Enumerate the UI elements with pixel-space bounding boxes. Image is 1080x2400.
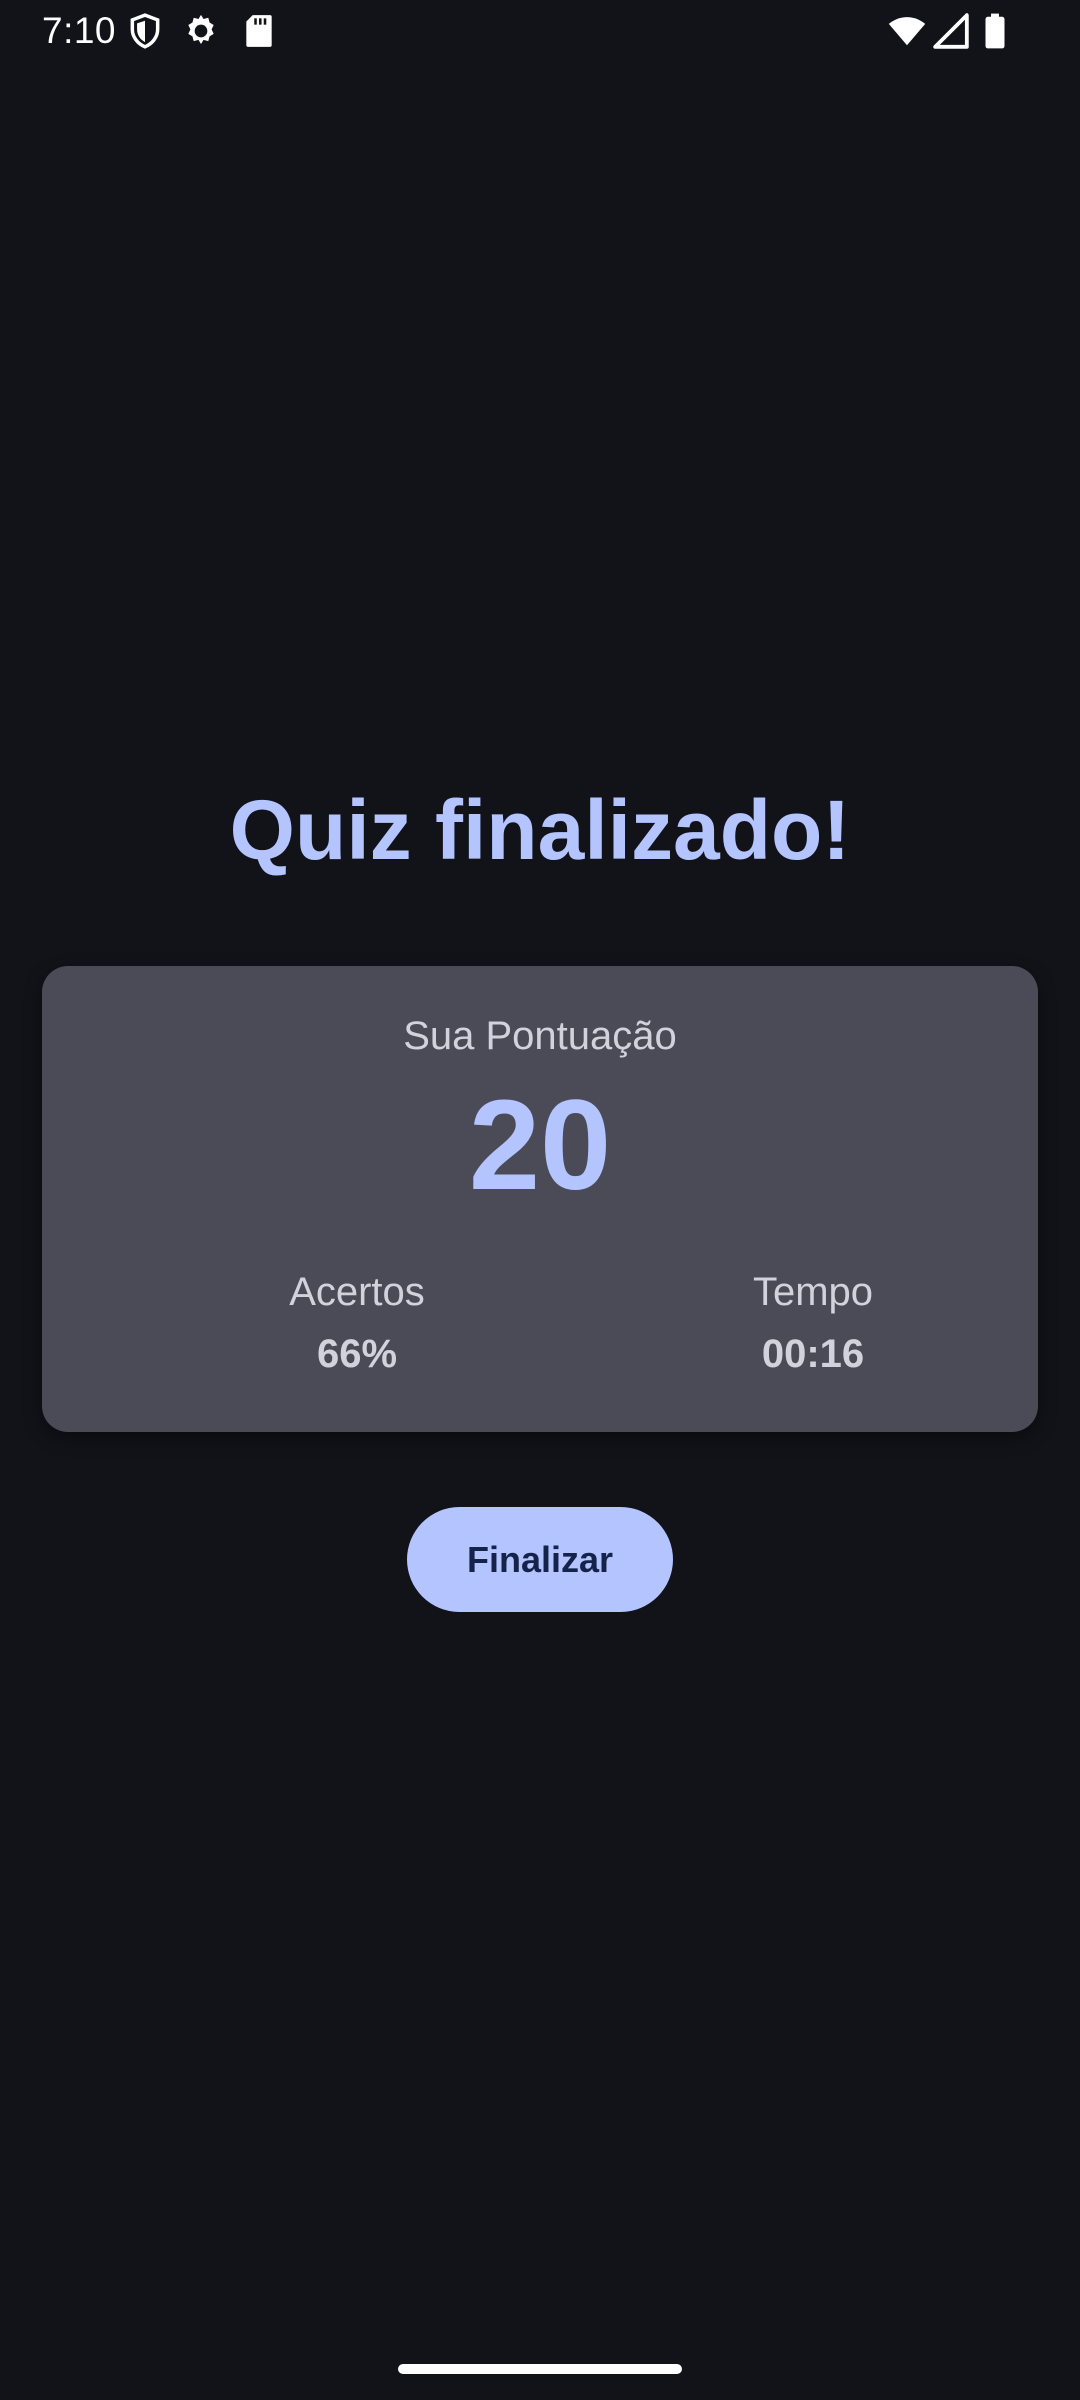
cell-signal-icon xyxy=(932,12,970,50)
time-label: Tempo xyxy=(752,1270,874,1314)
status-time: 7:10 xyxy=(42,10,117,51)
accuracy-label: Acertos xyxy=(289,1270,425,1314)
score-card: Sua Pontuação 20 Acertos 66% Tempo 00:16 xyxy=(42,966,1038,1432)
score-value: 20 xyxy=(468,1074,612,1217)
shield-icon xyxy=(126,12,164,50)
status-bar: 7:10 xyxy=(0,0,1080,62)
finish-button[interactable]: Finalizar xyxy=(407,1507,673,1612)
score-label: Sua Pontuação xyxy=(403,1014,677,1058)
gesture-navigation-bar[interactable] xyxy=(398,2364,682,2374)
wifi-icon xyxy=(888,12,926,50)
accuracy-value: 66% xyxy=(316,1332,398,1376)
time-stat: Tempo 00:16 xyxy=(663,1266,963,1380)
accuracy-stat: Acertos 66% xyxy=(207,1266,507,1380)
sd-card-icon xyxy=(240,12,278,50)
battery-icon xyxy=(976,12,1014,50)
gear-icon xyxy=(182,12,220,50)
page-title: Quiz finalizado! xyxy=(229,783,851,877)
time-value: 00:16 xyxy=(761,1332,865,1376)
